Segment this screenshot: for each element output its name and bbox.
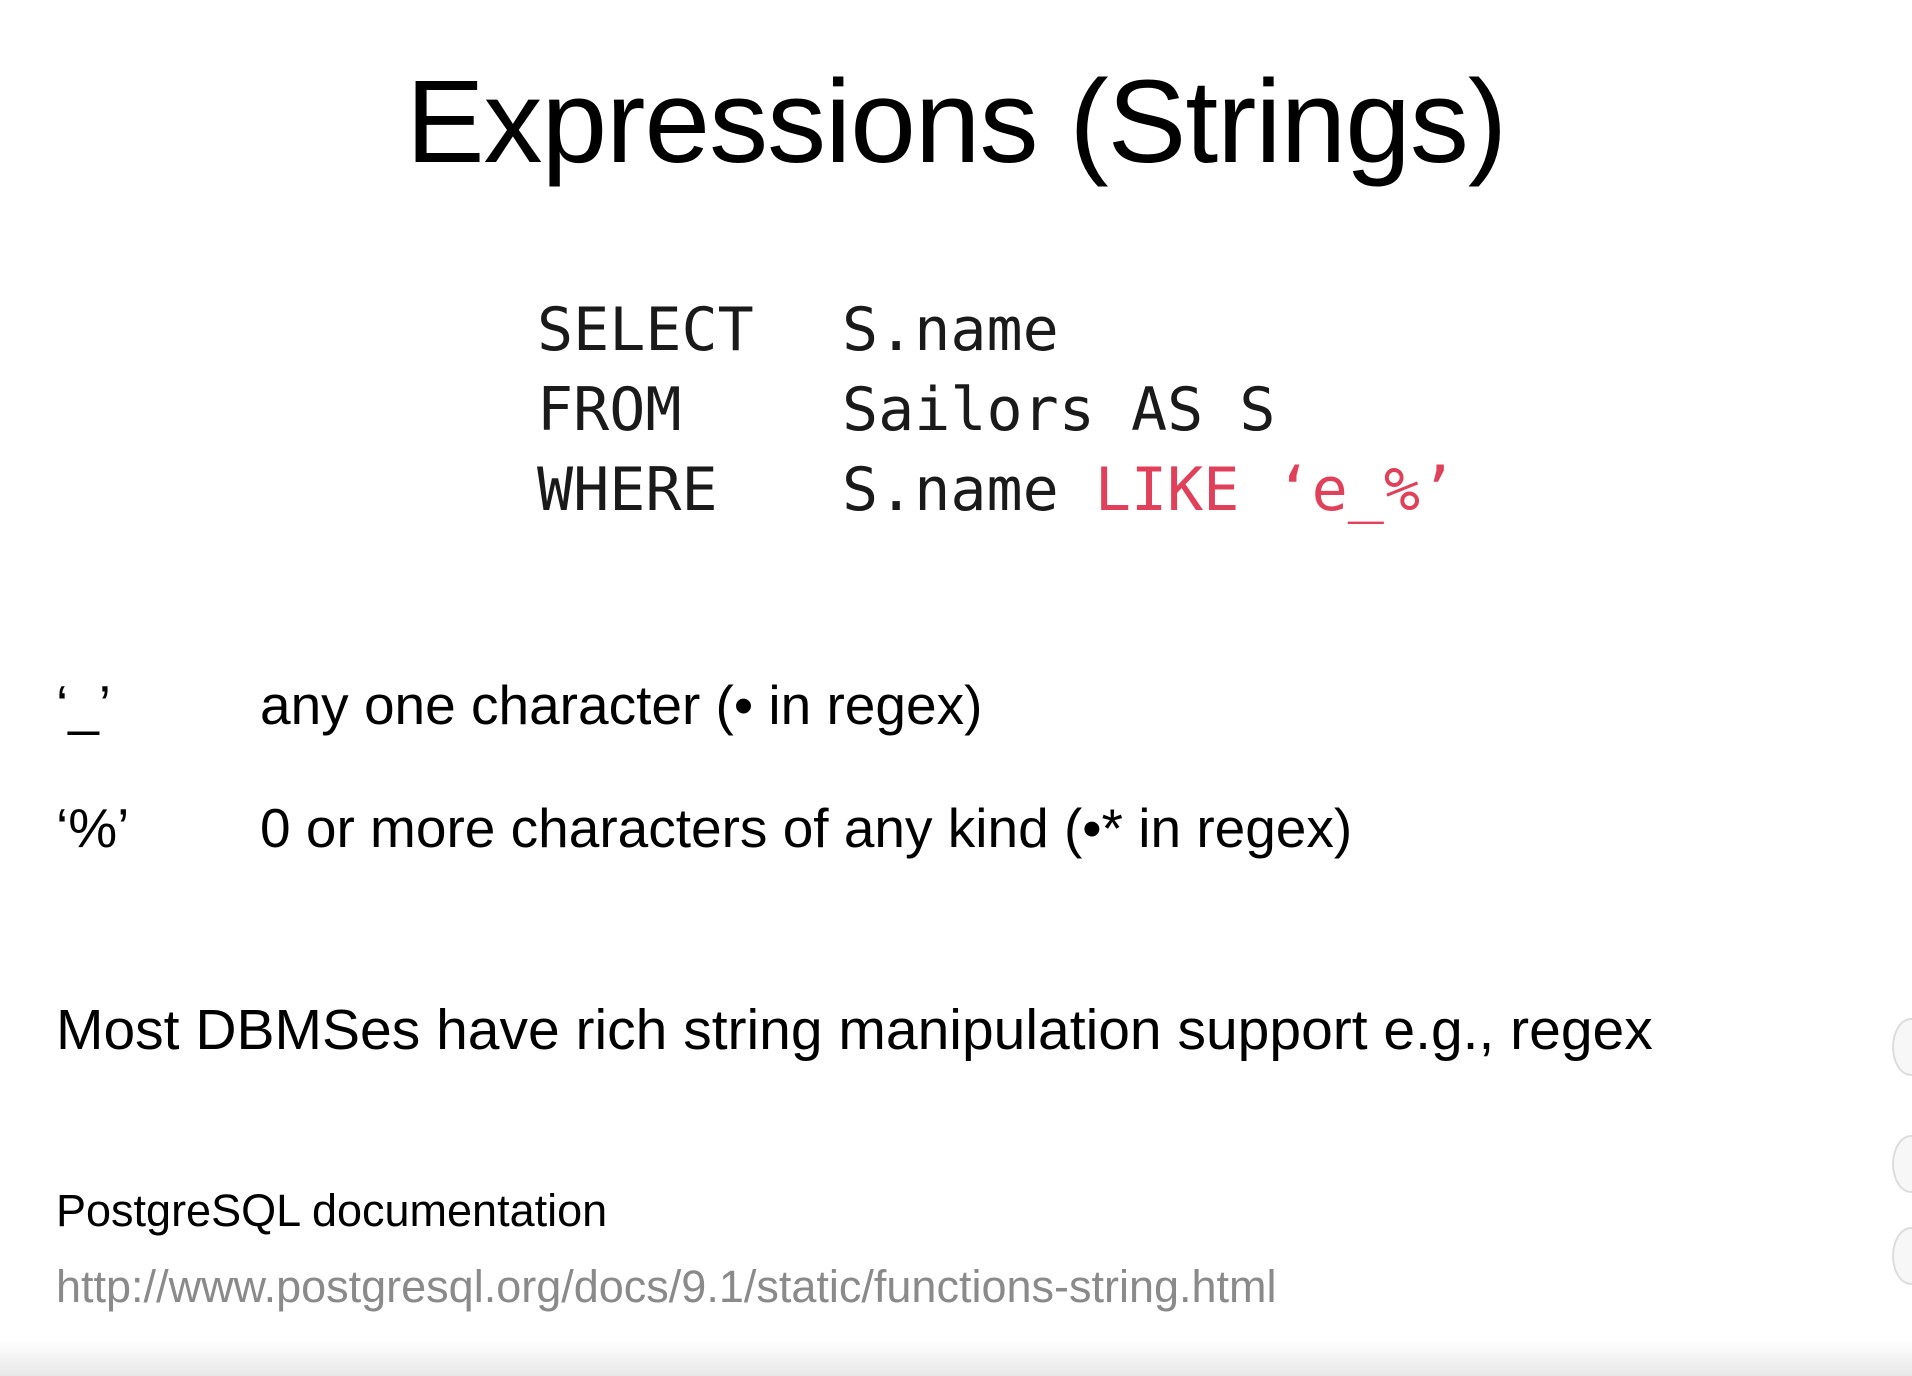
edge-control-2[interactable] — [1892, 1135, 1912, 1193]
sql-keyword: SELECT — [537, 295, 754, 365]
sql-line-from: FROM Sailors AS S — [537, 370, 1456, 450]
reference-label: PostgreSQL documentation — [56, 1185, 608, 1236]
edge-control-1[interactable] — [1892, 1018, 1912, 1076]
wildcard-underscore-row: ‘_’ any one character (• in regex) — [56, 670, 982, 740]
sql-clause: S.name — [842, 295, 1059, 365]
sql-keyword: FROM — [537, 375, 682, 445]
wildcard-percent-row: ‘%’ 0 or more characters of any kind (•* … — [56, 793, 1352, 863]
slide: Expressions (Strings) SELECT S.name FROM S… — [0, 0, 1912, 1376]
wildcard-description: any one character (• in regex) — [260, 674, 983, 736]
sql-query-block: SELECT S.name FROM Sailors AS S WHERE S.nam… — [537, 290, 1456, 530]
sql-keyword: WHERE — [537, 455, 718, 525]
wildcard-symbol: ‘_’ — [56, 674, 112, 736]
wildcard-description: 0 or more characters of any kind (•* in … — [260, 797, 1353, 859]
dbms-note: Most DBMSes have rich string manipulatio… — [56, 998, 1653, 1062]
edge-control-3[interactable] — [1892, 1227, 1912, 1285]
sql-like-pattern: LIKE ‘e_%’ — [1094, 455, 1457, 525]
slide-title: Expressions (Strings) — [405, 56, 1507, 188]
sql-clause: S.name — [842, 455, 1095, 525]
sql-line-where: WHERE S.name LIKE ‘e_%’ — [537, 450, 1456, 530]
sql-line-select: SELECT S.name — [537, 290, 1456, 370]
sql-clause: Sailors AS S — [842, 375, 1276, 445]
reference-link[interactable]: http://www.postgresql.org/docs/9.1/stati… — [56, 1259, 1277, 1315]
bottom-shadow — [0, 1340, 1912, 1376]
wildcard-symbol: ‘%’ — [56, 797, 130, 859]
